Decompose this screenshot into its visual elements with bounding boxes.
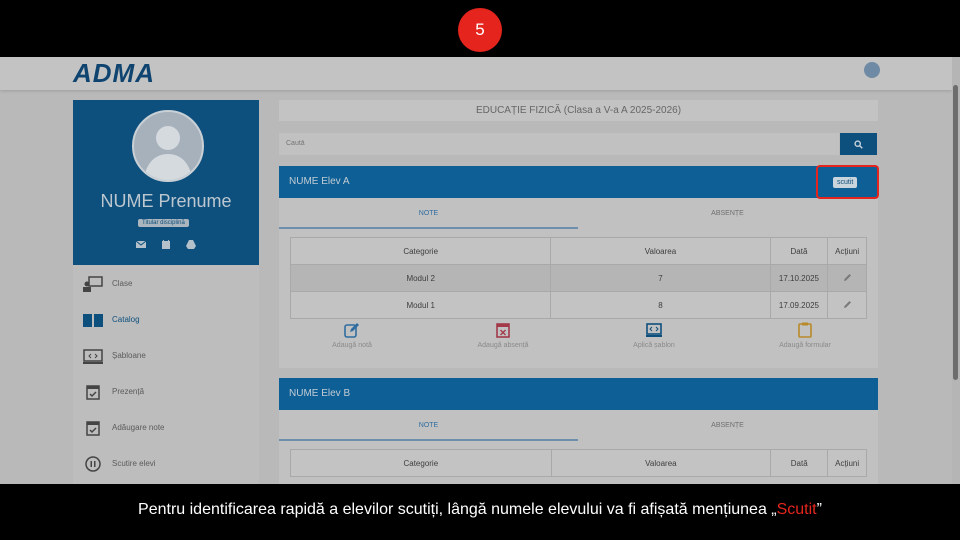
envelope-icon[interactable] bbox=[136, 240, 146, 249]
course-title: EDUCAȚIE FIZICĂ (Clasa a V-a A 2025-2026… bbox=[279, 100, 878, 121]
highlight-box bbox=[816, 165, 879, 199]
grades-table: Categorie Valoarea Dată Acțiuni bbox=[290, 449, 867, 477]
sidebar-item-label: Adăugare note bbox=[112, 423, 165, 432]
tab-note[interactable]: NOTE bbox=[279, 410, 578, 441]
profile-icons bbox=[136, 240, 196, 249]
drive-icon[interactable] bbox=[186, 240, 196, 249]
column-header: Dată bbox=[769, 237, 829, 265]
top-bar: 5 bbox=[0, 0, 960, 57]
sidebar: NUME Prenume Titular disciplină Clase Ca… bbox=[73, 100, 259, 484]
student-name: NUME Elev A bbox=[279, 166, 878, 198]
search-icon bbox=[854, 139, 863, 149]
caption-text: Pentru identificarea rapidă a elevilor s… bbox=[138, 501, 822, 518]
sidebar-item-clase[interactable]: Clase bbox=[73, 268, 259, 304]
app-header: ADMA bbox=[0, 57, 952, 90]
tab-absente[interactable]: ABSENȚE bbox=[578, 410, 877, 441]
sidebar-item-label: Catalog bbox=[112, 315, 140, 324]
table-row: Modul 2 7 17.10.2025 bbox=[289, 264, 867, 292]
grades-table: Categorie Valoarea Dată Acțiuni Modul 2 … bbox=[289, 237, 867, 319]
caption-bar: Pentru identificarea rapidă a elevilor s… bbox=[0, 484, 960, 540]
sidebar-item-adaugare-note[interactable]: Adăugare note bbox=[73, 412, 259, 448]
app-window: ADMA NUME Prenume Titular disciplină Cla… bbox=[0, 57, 960, 484]
cell-value: 8 bbox=[550, 291, 771, 319]
sidebar-menu: Clase Catalog Șabloane Prezență Adăugare… bbox=[73, 268, 259, 484]
sidebar-item-label: Scutire elevi bbox=[112, 459, 156, 468]
open-book-icon bbox=[83, 314, 103, 327]
student-name: NUME Elev B bbox=[279, 378, 878, 410]
cell-date: 17.10.2025 bbox=[769, 264, 829, 292]
add-absence-button[interactable]: Adaugă absență bbox=[443, 322, 563, 349]
action-bar: Adaugă notă Adaugă absență Aplică șablon… bbox=[279, 322, 878, 362]
edit-square-icon bbox=[344, 323, 359, 338]
column-header: Valoarea bbox=[550, 237, 771, 265]
column-header: Valoarea bbox=[550, 449, 772, 477]
table-row: Modul 1 8 17.09.2025 bbox=[289, 291, 867, 319]
sidebar-item-sabloane[interactable]: Șabloane bbox=[73, 340, 259, 376]
cell-category: Modul 2 bbox=[289, 264, 552, 292]
user-silhouette-icon bbox=[144, 126, 192, 180]
user-avatar-icon[interactable] bbox=[864, 62, 880, 78]
cell-category: Modul 1 bbox=[289, 291, 552, 319]
sidebar-item-label: Prezență bbox=[112, 387, 145, 396]
column-header: Acțiuni bbox=[827, 449, 867, 477]
column-header: Categorie bbox=[290, 449, 552, 477]
sidebar-item-prezenta[interactable]: Prezență bbox=[73, 376, 259, 412]
column-header: Categorie bbox=[289, 237, 552, 265]
calendar-x-icon bbox=[496, 323, 510, 338]
sidebar-item-catalog[interactable]: Catalog bbox=[73, 304, 259, 340]
edit-button[interactable] bbox=[827, 291, 867, 319]
search-input[interactable] bbox=[279, 133, 839, 155]
caption-highlight: Scutit bbox=[776, 501, 817, 518]
pause-circle-icon bbox=[85, 456, 101, 472]
cell-date: 17.09.2025 bbox=[769, 291, 829, 319]
search-button[interactable] bbox=[840, 133, 877, 155]
template-icon bbox=[646, 323, 662, 337]
add-grade-button[interactable]: Adaugă notă bbox=[292, 322, 412, 349]
class-presentation-icon bbox=[83, 276, 103, 292]
edit-button[interactable] bbox=[827, 264, 867, 292]
calendar-check-icon bbox=[86, 385, 100, 400]
sidebar-item-label: Șabloane bbox=[112, 351, 146, 360]
apply-template-button[interactable]: Aplică șablon bbox=[594, 322, 714, 349]
clipboard-icon bbox=[798, 322, 812, 338]
column-header: Dată bbox=[770, 449, 829, 477]
sidebar-item-label: Clase bbox=[112, 279, 133, 288]
app-logo[interactable]: ADMA bbox=[73, 58, 155, 89]
pencil-icon bbox=[843, 300, 851, 308]
student-card: NUME Elev A scutit NOTE ABSENȚE Categori… bbox=[279, 165, 879, 368]
add-form-button[interactable]: Adaugă formular bbox=[745, 322, 865, 349]
sidebar-item-scutire-elevi[interactable]: Scutire elevi bbox=[73, 448, 259, 484]
cell-value: 7 bbox=[550, 264, 771, 292]
calendar-icon[interactable] bbox=[161, 240, 171, 249]
scrollbar-thumb[interactable] bbox=[953, 85, 958, 380]
tab-note[interactable]: NOTE bbox=[279, 198, 578, 229]
profile-name: NUME Prenume bbox=[100, 191, 232, 211]
pencil-icon bbox=[843, 273, 851, 281]
column-header: Acțiuni bbox=[827, 237, 867, 265]
step-number-badge: 5 bbox=[458, 8, 502, 52]
profile-card: NUME Prenume Titular disciplină bbox=[73, 100, 259, 265]
calendar-check-icon bbox=[86, 421, 100, 436]
tab-absente[interactable]: ABSENȚE bbox=[578, 198, 877, 229]
role-badge: Titular disciplină bbox=[138, 219, 189, 227]
template-icon bbox=[83, 349, 103, 364]
student-card: NUME Elev B NOTE ABSENȚE Categorie Valoa… bbox=[279, 378, 878, 484]
avatar bbox=[132, 110, 204, 182]
